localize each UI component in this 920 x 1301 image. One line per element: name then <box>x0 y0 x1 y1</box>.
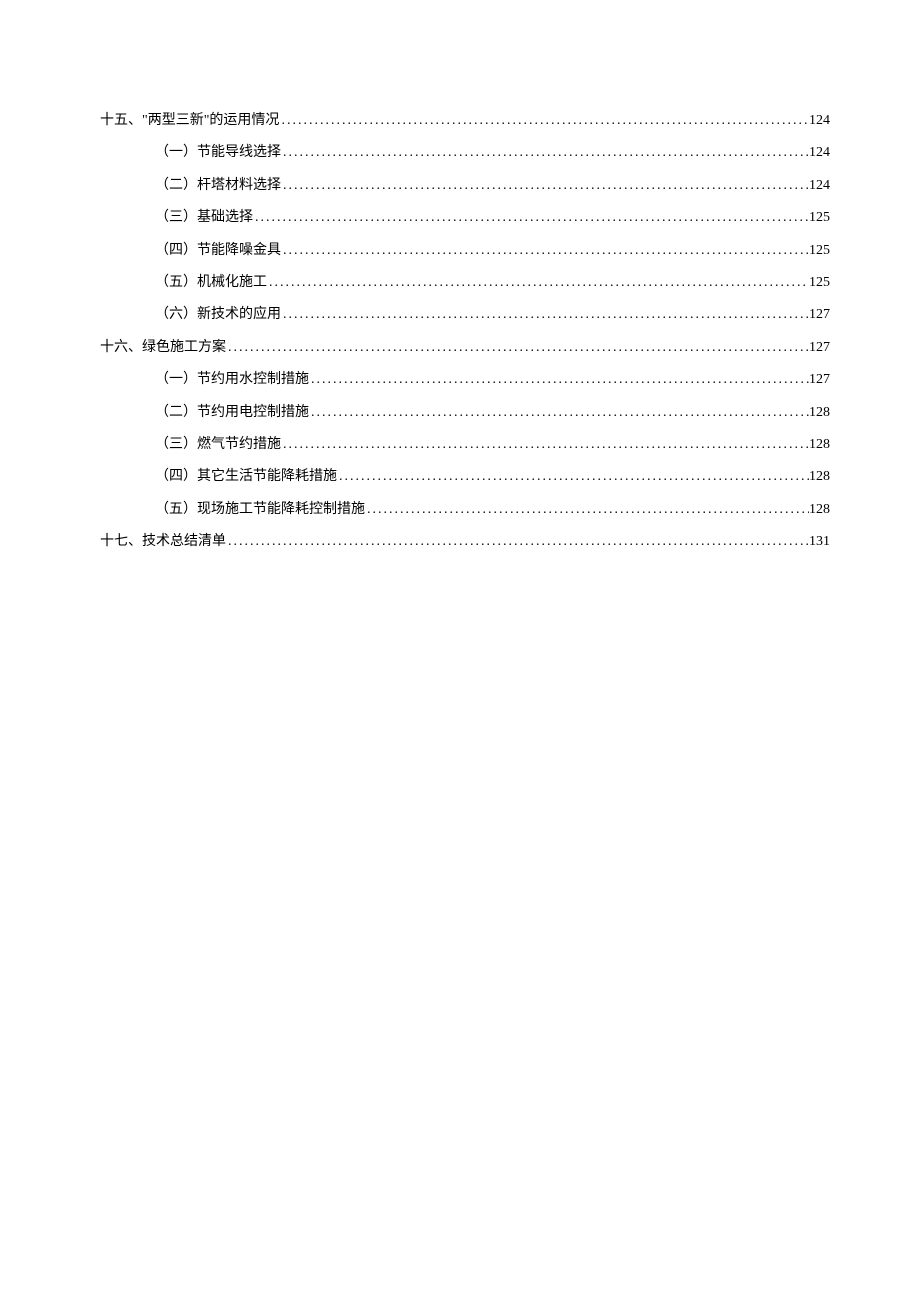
toc-entry-label: （三）燃气节约措施 <box>155 434 281 456</box>
toc-leader-dots <box>337 466 809 488</box>
toc-entry: （一）节约用水控制措施 127 <box>155 369 830 391</box>
toc-leader-dots <box>279 110 809 132</box>
toc-entry-label: 十七、技术总结清单 <box>100 531 226 553</box>
toc-leader-dots <box>281 142 809 164</box>
toc-entry-page: 127 <box>809 369 830 391</box>
toc-entry-label: 十六、绿色施工方案 <box>100 337 226 359</box>
toc-entry-label: （四）其它生活节能降耗措施 <box>155 466 337 488</box>
toc-entry: （一）节能导线选择 124 <box>155 142 830 164</box>
toc-entry-page: 128 <box>809 499 830 521</box>
toc-entry: （五）机械化施工 125 <box>155 272 830 294</box>
toc-entry: （六）新技术的应用 127 <box>155 304 830 326</box>
toc-entry-page: 131 <box>809 531 830 553</box>
toc-entry: （二）节约用电控制措施 128 <box>155 402 830 424</box>
toc-entry: 十六、绿色施工方案 127 <box>100 337 830 359</box>
toc-entry-page: 124 <box>809 110 830 132</box>
toc-entry: （五）现场施工节能降耗控制措施 128 <box>155 499 830 521</box>
toc-entry-label: （四）节能降噪金具 <box>155 240 281 262</box>
toc-leader-dots <box>309 402 809 424</box>
toc-leader-dots <box>281 434 809 456</box>
toc-entry-page: 124 <box>809 175 830 197</box>
toc-entry-label: （二）节约用电控制措施 <box>155 402 309 424</box>
toc-entry-label: （一）节能导线选择 <box>155 142 281 164</box>
toc-leader-dots <box>253 207 809 229</box>
toc-entry-page: 124 <box>809 142 830 164</box>
toc-leader-dots <box>365 499 809 521</box>
toc-entry-page: 128 <box>809 402 830 424</box>
toc-leader-dots <box>281 304 809 326</box>
toc-entry: （四）其它生活节能降耗措施 128 <box>155 466 830 488</box>
toc-leader-dots <box>267 272 809 294</box>
toc-entry-label: （三）基础选择 <box>155 207 253 229</box>
table-of-contents: 十五、"两型三新"的运用情况 124 （一）节能导线选择 124 （二）杆塔材料选择 12… <box>100 110 830 553</box>
toc-entry-page: 125 <box>809 272 830 294</box>
toc-entry-page: 125 <box>809 207 830 229</box>
toc-entry-label: 十五、"两型三新"的运用情况 <box>100 110 279 132</box>
toc-entry: （三）燃气节约措施 128 <box>155 434 830 456</box>
toc-entry-page: 127 <box>809 337 830 359</box>
toc-leader-dots <box>309 369 809 391</box>
toc-entry-label: （五）机械化施工 <box>155 272 267 294</box>
toc-entry-page: 128 <box>809 434 830 456</box>
toc-entry: 十七、技术总结清单 131 <box>100 531 830 553</box>
toc-leader-dots <box>226 531 809 553</box>
toc-leader-dots <box>281 175 809 197</box>
toc-entry-label: （一）节约用水控制措施 <box>155 369 309 391</box>
toc-entry: （三）基础选择 125 <box>155 207 830 229</box>
toc-entry-page: 125 <box>809 240 830 262</box>
toc-leader-dots <box>281 240 809 262</box>
toc-entry-label: （六）新技术的应用 <box>155 304 281 326</box>
toc-entry-label: （二）杆塔材料选择 <box>155 175 281 197</box>
toc-entry: （四）节能降噪金具 125 <box>155 240 830 262</box>
toc-entry: 十五、"两型三新"的运用情况 124 <box>100 110 830 132</box>
toc-entry-page: 127 <box>809 304 830 326</box>
toc-leader-dots <box>226 337 809 359</box>
toc-entry-page: 128 <box>809 466 830 488</box>
toc-entry-label: （五）现场施工节能降耗控制措施 <box>155 499 365 521</box>
toc-entry: （二）杆塔材料选择 124 <box>155 175 830 197</box>
